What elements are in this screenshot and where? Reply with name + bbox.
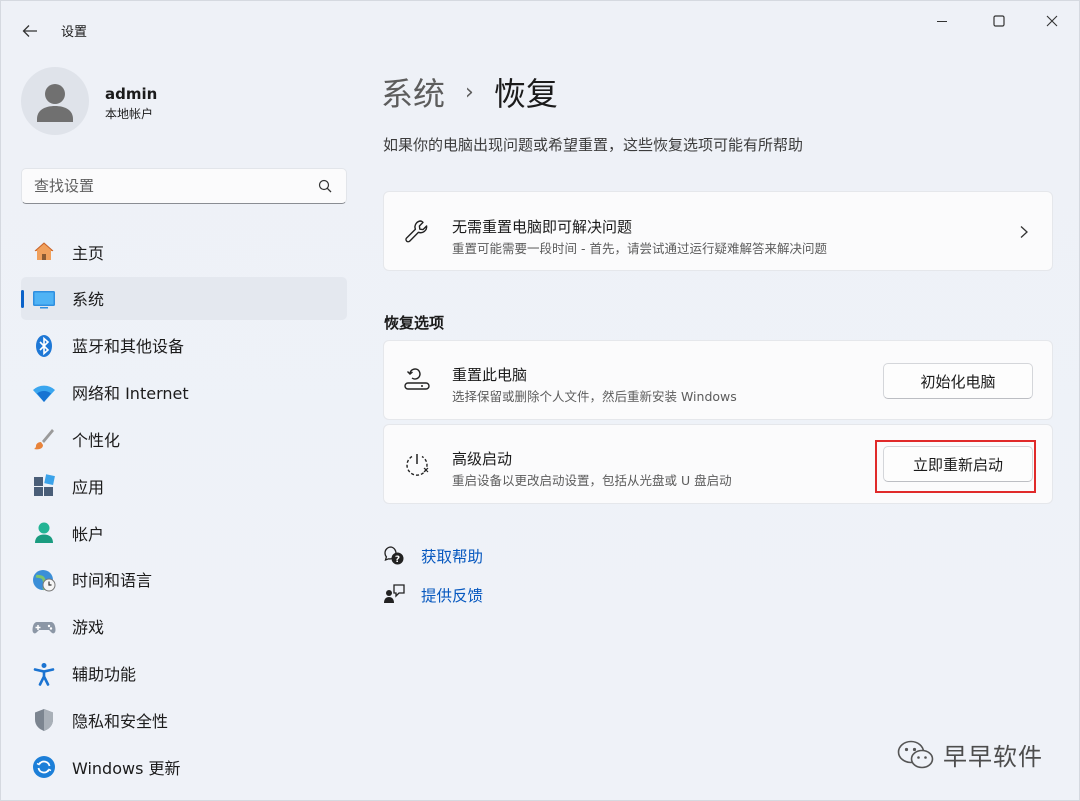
feedback-icon [384,584,405,603]
sidebar-item-label: 隐私和安全性 [72,711,169,731]
sidebar-item-label: 网络和 Internet [72,384,189,404]
search-input[interactable] [34,175,304,197]
sidebar-item-system[interactable]: 系统 [21,276,347,320]
reset-pc-icon [404,368,430,390]
sidebar-item-accessibility[interactable]: 辅助功能 [21,652,347,695]
system-icon [33,290,55,309]
feedback-label: 提供反馈 [421,587,484,605]
breadcrumb: 系统 › 恢复 [381,69,558,115]
reset-pc-button[interactable]: 初始化电脑 [883,363,1033,399]
arrow-left-icon [22,25,37,37]
wifi-icon [33,385,55,402]
settings-window: 设置 admin 本地帐户 查找设置 主页 系统 蓝牙和其他设备 网络和 Int… [0,0,1080,801]
account-type: 本地帐户 [105,107,154,121]
breadcrumb-parent[interactable]: 系统 [381,69,445,115]
shield-icon [35,709,53,732]
sidebar-item-gaming[interactable]: 游戏 [21,605,347,648]
sidebar-item-label: 系统 [72,290,105,310]
sidebar-item-apps[interactable]: 应用 [21,464,347,507]
breadcrumb-separator: › [465,79,474,105]
reset-pc-card: 重置此电脑 选择保留或删除个人文件，然后重新安装 Windows 初始化电脑 [383,340,1053,420]
account-icon [35,522,53,544]
brush-icon [34,429,54,450]
accessibility-icon [33,662,55,686]
get-help-label: 获取帮助 [421,548,484,566]
feedback-link[interactable]: 提供反馈 [383,581,583,620]
troubleshoot-description: 重置可能需要一段时间 - 首先，请尝试通过运行疑难解答来解决问题 [452,241,827,256]
advanced-startup-icon [406,454,429,476]
search-icon[interactable] [318,179,332,193]
close-icon [1046,15,1058,27]
reset-pc-description: 选择保留或删除个人文件，然后重新安装 Windows [452,389,737,404]
page-description: 如果你的电脑出现问题或希望重置，这些恢复选项可能有所帮助 [383,136,804,154]
maximize-icon [993,15,1005,27]
avatar[interactable] [21,67,89,135]
sidebar-item-bluetooth[interactable]: 蓝牙和其他设备 [21,324,347,367]
chevron-right-icon [1020,226,1028,238]
search-box[interactable] [21,168,347,204]
home-icon [34,242,54,260]
sidebar-item-label: 游戏 [72,618,105,638]
close-button[interactable] [1029,7,1075,35]
apps-icon [34,474,55,497]
sidebar-item-time-language[interactable]: 时间和语言 [21,558,347,601]
reset-pc-title: 重置此电脑 [452,366,528,384]
highlight-box [875,440,1036,493]
sidebar-item-label: 帐户 [72,524,105,544]
advanced-startup-title: 高级启动 [452,450,513,468]
wechat-icon [897,740,934,768]
gamepad-icon [32,621,56,634]
sidebar-item-personalization[interactable]: 个性化 [21,417,347,460]
sidebar-item-label: 个性化 [72,430,121,450]
sidebar-item-privacy[interactable]: 隐私和安全性 [21,698,347,741]
bluetooth-icon [36,334,52,357]
maximize-button[interactable] [976,7,1022,35]
update-icon [33,756,55,779]
sidebar-item-accounts[interactable]: 帐户 [21,511,347,554]
sidebar-item-label: 主页 [72,243,105,263]
svg-text:?: ? [395,555,400,565]
sidebar-item-windows-update[interactable]: Windows 更新 [21,745,347,788]
time-language-icon [33,569,56,592]
back-button[interactable] [15,17,45,45]
get-help-link[interactable]: ? 获取帮助 [383,542,583,581]
app-title: 设置 [61,25,88,40]
user-avatar-icon [37,84,73,122]
title-bar: 设置 [1,1,1080,59]
user-name: admin [105,85,158,103]
watermark-text: 早早软件 [943,743,1043,771]
sidebar-item-label: 蓝牙和其他设备 [72,337,185,357]
sidebar-item-label: 时间和语言 [72,571,153,591]
watermark: 早早软件 [897,737,1043,772]
page-title: 恢复 [493,75,558,113]
sidebar-item-network[interactable]: 网络和 Internet [21,371,347,414]
troubleshoot-card[interactable]: 无需重置电脑即可解决问题 重置可能需要一段时间 - 首先，请尝试通过运行疑难解答… [383,191,1053,271]
sidebar-item-label: 辅助功能 [72,665,137,685]
sidebar-item-label: Windows 更新 [72,758,181,778]
minimize-icon [937,21,947,22]
section-title: 恢复选项 [384,314,445,332]
sidebar-item-label: 应用 [72,477,105,497]
sidebar-nav: 主页 系统 蓝牙和其他设备 网络和 Internet 个性化 应用 帐户 时间和… [21,230,347,792]
help-icon: ? [384,546,404,565]
minimize-button[interactable] [919,7,965,35]
advanced-startup-description: 重启设备以更改启动设置，包括从光盘或 U 盘启动 [452,473,732,488]
wrench-icon [405,220,428,243]
troubleshoot-title: 无需重置电脑即可解决问题 [452,218,633,236]
sidebar-item-home[interactable]: 主页 [21,230,347,273]
help-links: ? 获取帮助 提供反馈 [383,542,583,620]
